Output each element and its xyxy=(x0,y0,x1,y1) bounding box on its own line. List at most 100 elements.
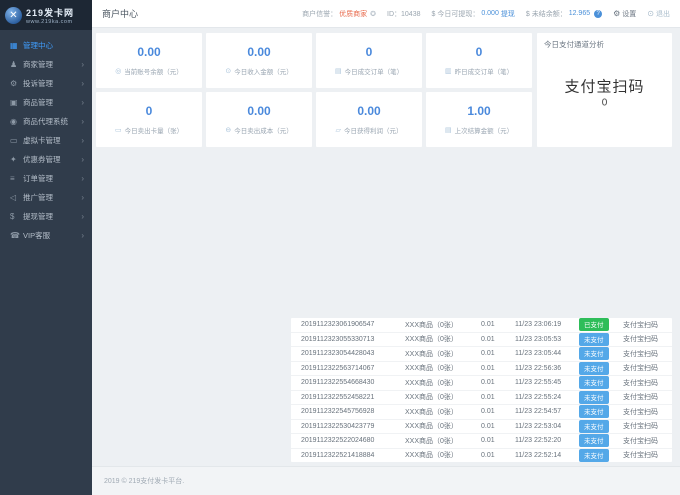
stat-icon: ▱ xyxy=(336,126,341,134)
stat-value: 0 xyxy=(146,104,153,118)
main-area: 商户中心 商户信誉： 优质商家 ✪ ID：10438 $ 今日可提现： 0.00… xyxy=(92,0,680,495)
chevron-right-icon: › xyxy=(81,212,84,221)
order-row: 2019112322552458221 XXX商品（0张） 0.01 11/23… xyxy=(291,390,672,405)
order-status-badge: 未支付 xyxy=(579,449,609,462)
order-row: 2019112323061906547 XXX商品（0张） 0.01 11/23… xyxy=(291,318,672,332)
order-row: 2019112322554668430 XXX商品（0张） 0.01 11/23… xyxy=(291,375,672,390)
brand-logo-icon: ✕ xyxy=(5,7,22,24)
unsettled-group: $ 未结余额： 12.965 ? xyxy=(526,9,602,19)
stat-card: 0 ▤ 今日成交订单（笔） xyxy=(316,33,422,88)
stats-section: 0.00 ◎ 当前账号余额（元） 0.00 ⊙ 今日收入金额（元） 0 xyxy=(96,33,672,147)
sidebar-menu-item[interactable]: ▣ 商品管理 › xyxy=(0,93,92,112)
menu-item-icon: ◉ xyxy=(10,117,23,126)
order-row: 2019112322521418884 XXX商品（0张） 0.01 11/23… xyxy=(291,448,672,463)
reputation-medal-icon: ✪ xyxy=(370,10,376,18)
order-number-cell: 2019112322522024680 xyxy=(301,437,405,444)
channel-name: 支付宝扫码 xyxy=(537,76,672,97)
stat-value: 0.00 xyxy=(247,45,270,59)
settings-button[interactable]: ⚙ 设置 xyxy=(613,9,636,19)
menu-item-label: 优惠券管理 xyxy=(23,154,81,165)
sidebar-menu-item[interactable]: ⚙ 投诉管理 › xyxy=(0,74,92,93)
order-channel-cell: 支付宝扫码 xyxy=(623,349,662,359)
unsettled-value: 12.965 xyxy=(569,10,590,17)
menu-item-icon: ✦ xyxy=(10,155,23,164)
order-status-badge: 未支付 xyxy=(579,405,609,418)
logout-button[interactable]: ⊙ 退出 xyxy=(647,9,670,19)
order-product-cell: XXX商品（0张） xyxy=(405,407,481,417)
order-number-cell: 2019112322530423779 xyxy=(301,423,405,430)
chevron-right-icon: › xyxy=(81,117,84,126)
order-row: 2019112322545756928 XXX商品（0张） 0.01 11/23… xyxy=(291,404,672,419)
order-status-badge: 未支付 xyxy=(579,376,609,389)
payment-channel-panel: 今日支付通道分析 支付宝扫码 0 xyxy=(537,33,672,147)
chevron-right-icon: › xyxy=(81,231,84,240)
order-time-cell: 11/23 23:05:53 xyxy=(515,336,579,343)
stat-label: 今日收入金额（元） xyxy=(234,66,293,76)
order-row: 2019112322563714067 XXX商品（0张） 0.01 11/23… xyxy=(291,361,672,376)
sidebar-menu-item[interactable]: ▭ 虚拟卡管理 › xyxy=(0,131,92,150)
stat-label: 今日获得利润（元） xyxy=(344,125,403,135)
order-amount-cell: 0.01 xyxy=(481,452,515,459)
sidebar-menu-item[interactable]: ▦ 管理中心 xyxy=(0,36,92,55)
stat-card: 0 ▭ 今日卖出卡量（张） xyxy=(96,92,202,147)
sidebar-menu-item[interactable]: ◉ 商品代理系统 › xyxy=(0,112,92,131)
sidebar-menu-item[interactable]: ♟ 商家管理 › xyxy=(0,55,92,74)
stat-label: 今日卖出卡量（张） xyxy=(125,125,184,135)
order-amount-cell: 0.01 xyxy=(481,408,515,415)
menu-item-label: 投诉管理 xyxy=(23,78,81,89)
menu-item-label: 提现管理 xyxy=(23,211,81,222)
sidebar-menu-item[interactable]: ≡ 订单管理 › xyxy=(0,169,92,188)
order-row: 2019112323055330713 XXX商品（0张） 0.01 11/23… xyxy=(291,332,672,347)
chevron-right-icon: › xyxy=(81,98,84,107)
settings-label: 设置 xyxy=(622,9,636,19)
app-window: ✕ 219发卡网 www.219ka.com ▦ 管理中心 ♟ 商家管理 › ⚙… xyxy=(0,0,680,495)
brand-logo[interactable]: ✕ 219发卡网 www.219ka.com xyxy=(0,0,92,30)
menu-item-icon: ⚙ xyxy=(10,79,23,88)
reputation-group: 商户信誉： 优质商家 ✪ xyxy=(302,9,376,19)
menu-item-icon: ≡ xyxy=(10,174,23,183)
order-channel-cell: 支付宝扫码 xyxy=(623,334,662,344)
order-row: 2019112323054428043 XXX商品（0张） 0.01 11/23… xyxy=(291,346,672,361)
order-status-badge: 未支付 xyxy=(579,434,609,447)
stat-cards-grid: 0.00 ◎ 当前账号余额（元） 0.00 ⊙ 今日收入金额（元） 0 xyxy=(96,33,532,147)
order-product-cell: XXX商品（0张） xyxy=(405,378,481,388)
order-channel-cell: 支付宝扫码 xyxy=(623,378,662,388)
content-area: 0.00 ◎ 当前账号余额（元） 0.00 ⊙ 今日收入金额（元） 0 xyxy=(92,28,680,495)
sidebar: ✕ 219发卡网 www.219ka.com ▦ 管理中心 ♟ 商家管理 › ⚙… xyxy=(0,0,92,495)
order-time-cell: 11/23 22:52:20 xyxy=(515,437,579,444)
chevron-right-icon: › xyxy=(81,155,84,164)
order-status-badge: 未支付 xyxy=(579,347,609,360)
order-number-cell: 2019112322563714067 xyxy=(301,365,405,372)
chevron-right-icon: › xyxy=(81,174,84,183)
chevron-right-icon: › xyxy=(81,79,84,88)
footer: 2019 © 219支付发卡平台. xyxy=(92,466,680,495)
stat-value: 0.00 xyxy=(247,104,270,118)
order-channel-cell: 支付宝扫码 xyxy=(623,436,662,446)
stat-value: 0 xyxy=(476,45,483,59)
stat-card: 0.00 ⊖ 今日卖出成本（元） xyxy=(206,92,312,147)
sidebar-menu-item[interactable]: ◁ 推广管理 › xyxy=(0,188,92,207)
order-time-cell: 11/23 22:55:45 xyxy=(515,379,579,386)
help-icon[interactable]: ? xyxy=(594,10,602,18)
sidebar-menu-item[interactable]: ☎ VIP客服 › xyxy=(0,226,92,245)
withdraw-link[interactable]: 提现 xyxy=(501,9,515,19)
menu-item-icon: ◁ xyxy=(10,193,23,202)
channel-count: 0 xyxy=(537,98,672,109)
sidebar-menu-item[interactable]: ✦ 优惠券管理 › xyxy=(0,150,92,169)
stat-card: 0.00 ◎ 当前账号余额（元） xyxy=(96,33,202,88)
sidebar-menu-item[interactable]: $ 提现管理 › xyxy=(0,207,92,226)
menu-item-icon: ▣ xyxy=(10,98,23,107)
order-product-cell: XXX商品（0张） xyxy=(405,349,481,359)
stat-card: 0.00 ▱ 今日获得利润（元） xyxy=(316,92,422,147)
stat-label: 上次结算金额（元） xyxy=(455,125,514,135)
stat-label: 今日成交订单（笔） xyxy=(345,66,404,76)
gear-icon: ⚙ xyxy=(613,9,620,18)
order-amount-cell: 0.01 xyxy=(481,423,515,430)
order-amount-cell: 0.01 xyxy=(481,365,515,372)
menu-item-icon: ▦ xyxy=(10,41,23,50)
menu-item-icon: $ xyxy=(10,212,23,221)
topbar: 商户中心 商户信誉： 优质商家 ✪ ID：10438 $ 今日可提现： 0.00… xyxy=(92,0,680,28)
stat-icon: ▭ xyxy=(115,126,122,134)
sidebar-menu: ▦ 管理中心 ♟ 商家管理 › ⚙ 投诉管理 › ▣ 商品管理 › ◉ 商品代理… xyxy=(0,30,92,245)
order-time-cell: 11/23 22:56:36 xyxy=(515,365,579,372)
